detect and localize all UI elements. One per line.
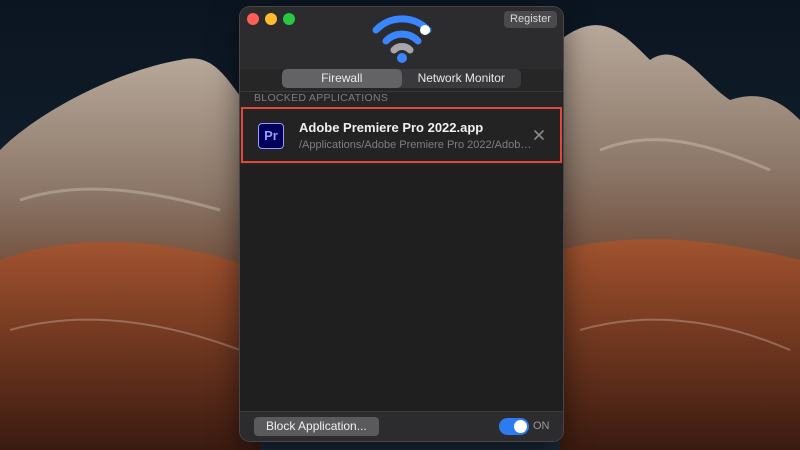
tab-firewall[interactable]: Firewall: [282, 69, 402, 88]
block-application-button[interactable]: Block Application...: [254, 417, 379, 436]
blocked-app-name: Adobe Premiere Pro 2022.app: [299, 120, 484, 135]
register-button[interactable]: Register: [504, 11, 557, 28]
window-minimize-button[interactable]: [265, 13, 277, 25]
premiere-app-icon: Pr: [258, 123, 284, 149]
bottom-bar: Block Application... ON: [240, 411, 563, 441]
firewall-toggle[interactable]: [499, 418, 529, 435]
title-bar: Register: [240, 7, 563, 69]
blocked-apps-heading: BLOCKED APPLICATIONS: [254, 92, 389, 104]
close-x-icon[interactable]: [532, 128, 546, 142]
view-tabs: Firewall Network Monitor: [282, 69, 521, 88]
blocked-app-path: /Applications/Adobe Premiere Pro 2022/Ad…: [299, 139, 534, 151]
toggle-state-label: ON: [533, 420, 550, 432]
firewall-app-window: Register Firewall Network Monitor BLOCKE…: [240, 7, 563, 441]
toggle-knob: [514, 420, 527, 433]
blocked-apps-list: [240, 164, 563, 416]
blocked-app-row[interactable]: Pr Adobe Premiere Pro 2022.app /Applicat…: [241, 107, 562, 163]
window-zoom-button[interactable]: [283, 13, 295, 25]
tab-network-monitor[interactable]: Network Monitor: [402, 69, 522, 88]
wifi-logo-icon: [372, 15, 432, 63]
window-close-button[interactable]: [247, 13, 259, 25]
